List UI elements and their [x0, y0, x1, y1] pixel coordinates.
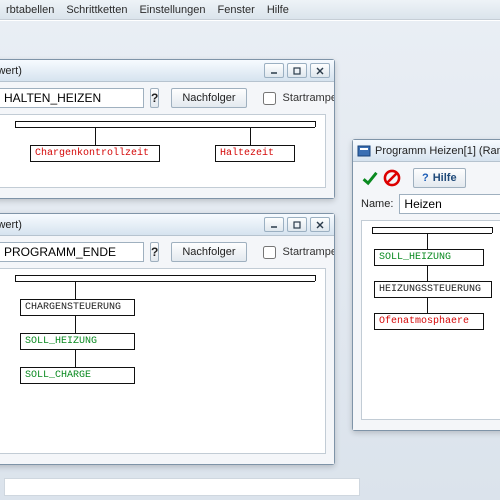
minimize-button[interactable]: [264, 63, 284, 78]
node-soll-heizung[interactable]: SOLL_HEIZUNG: [20, 333, 135, 350]
question-icon: ?: [422, 172, 429, 184]
minimize-button[interactable]: [264, 217, 284, 232]
menu-item[interactable]: Schrittketten: [66, 4, 127, 16]
node-soll-heizung[interactable]: SOLL_HEIZUNG: [374, 249, 484, 266]
diagram-canvas[interactable]: Chargenkontrollzeit Haltezeit: [0, 114, 326, 188]
node-chargenkontrollzeit[interactable]: Chargenkontrollzeit: [30, 145, 160, 162]
name-input[interactable]: [0, 88, 144, 108]
startrampe-label: Startrampe: [283, 246, 334, 258]
startrampe-label: Startrampe: [283, 92, 334, 104]
help-button[interactable]: ? Hilfe: [413, 168, 466, 188]
node-ofenatmosphaere[interactable]: Ofenatmosphaere: [374, 313, 484, 330]
startrampe-checkbox[interactable]: Startrampe: [259, 89, 334, 108]
diagram-canvas[interactable]: SOLL_HEIZUNG HEIZUNGSSTEUERUNG Ofenatmos…: [361, 220, 500, 420]
window-title: lwert): [0, 65, 264, 77]
diagram-canvas[interactable]: CHARGENSTEUERUNG SOLL_HEIZUNG SOLL_CHARG…: [0, 268, 326, 454]
help-label: Hilfe: [433, 172, 457, 184]
window-title: lwert): [0, 219, 264, 231]
maximize-button[interactable]: [287, 217, 307, 232]
menu-item[interactable]: Fenster: [218, 4, 255, 16]
app-icon: [357, 144, 371, 158]
window-programm-heizen: Programm Heizen[1] (Rampensollwert) ? Hi…: [352, 139, 500, 431]
startrampe-checkbox[interactable]: Startrampe: [259, 243, 334, 262]
node-heizungssteuerung[interactable]: HEIZUNGSSTEUERUNG: [374, 281, 492, 298]
window-title: Programm Heizen[1] (Rampensollwert): [375, 145, 500, 157]
menu-item[interactable]: Einstellungen: [139, 4, 205, 16]
node-soll-charge[interactable]: SOLL_CHARGE: [20, 367, 135, 384]
ok-icon[interactable]: [361, 169, 379, 187]
menu-item[interactable]: rbtabellen: [6, 4, 54, 16]
help-context-button[interactable]: ?: [150, 88, 159, 108]
maximize-button[interactable]: [287, 63, 307, 78]
title-bar[interactable]: lwert): [0, 214, 334, 236]
cancel-icon[interactable]: [383, 169, 401, 187]
name-input[interactable]: [399, 194, 500, 214]
close-button[interactable]: [310, 63, 330, 78]
mdi-workspace: lwert) ? Nachfolger Startrampe: [0, 20, 500, 500]
status-strip: [4, 478, 360, 496]
node-chargensteuerung[interactable]: CHARGENSTEUERUNG: [20, 299, 135, 316]
startrampe-check-input[interactable]: [263, 92, 276, 105]
window-programm-ende: lwert) ? Nachfolger Startrampe: [0, 213, 335, 465]
startrampe-check-input[interactable]: [263, 246, 276, 259]
name-field-label: Name:: [361, 198, 393, 210]
name-input[interactable]: [0, 242, 144, 262]
menu-bar: rbtabellen Schrittketten Einstellungen F…: [0, 0, 500, 20]
menu-item[interactable]: Hilfe: [267, 4, 289, 16]
close-button[interactable]: [310, 217, 330, 232]
window-halten-heizen: lwert) ? Nachfolger Startrampe: [0, 59, 335, 199]
nachfolger-button[interactable]: Nachfolger: [171, 242, 246, 262]
title-bar[interactable]: Programm Heizen[1] (Rampensollwert): [353, 140, 500, 162]
title-bar[interactable]: lwert): [0, 60, 334, 82]
nachfolger-button[interactable]: Nachfolger: [171, 88, 246, 108]
node-haltezeit[interactable]: Haltezeit: [215, 145, 295, 162]
help-context-button[interactable]: ?: [150, 242, 159, 262]
